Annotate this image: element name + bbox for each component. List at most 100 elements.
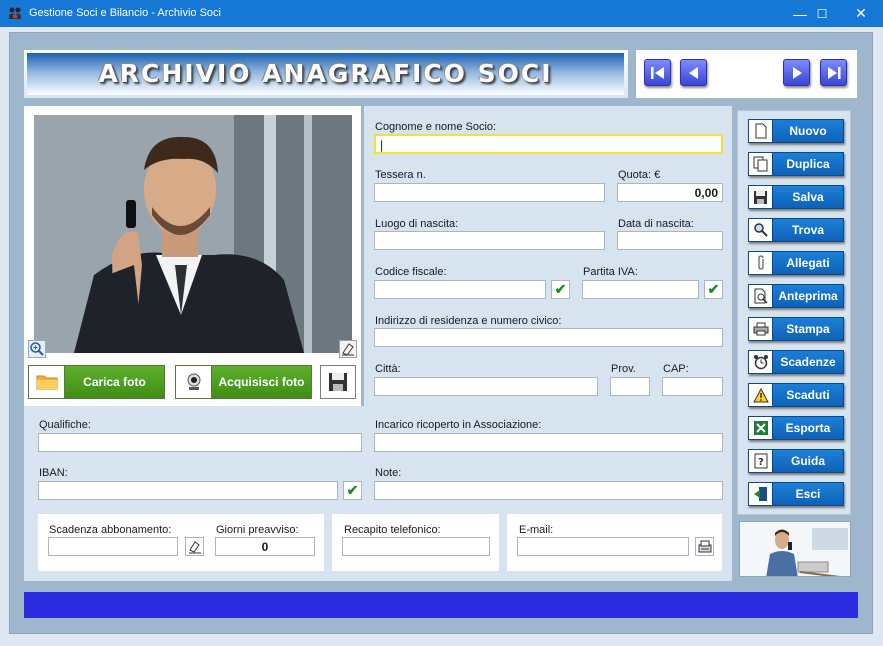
phone-box: Recapito telefonico: — [332, 514, 499, 571]
load-photo-button[interactable]: Carica foto — [28, 365, 165, 399]
vat-label: Partita IVA: — [583, 266, 638, 278]
save-photo-button[interactable] — [320, 365, 356, 399]
next-record-button[interactable] — [783, 59, 810, 86]
province-input[interactable] — [610, 377, 650, 396]
header-banner: ARCHIVIO ANAGRAFICO SOCI — [24, 50, 628, 98]
new-button[interactable]: Nuovo — [748, 119, 844, 143]
close-button[interactable]: ✕ — [838, 0, 883, 27]
address-input[interactable] — [374, 328, 723, 347]
role-input[interactable] — [374, 433, 723, 452]
vat-input[interactable] — [582, 280, 699, 299]
birthdate-input[interactable] — [617, 231, 723, 250]
subscription-box: Scadenza abbonamento: Giorni preavviso: … — [38, 514, 324, 571]
vat-check-icon[interactable]: ✔ — [704, 280, 723, 299]
member-form: Cognome e nome Socio: | Tessera n. Quota… — [364, 106, 732, 406]
svg-text:?: ? — [758, 457, 764, 468]
last-record-button[interactable] — [820, 59, 847, 86]
save-button[interactable]: Salva — [748, 185, 844, 209]
folder-icon — [29, 366, 65, 398]
actions-sidebar: Nuovo Duplica Salva Trova Allegati Antep… — [737, 110, 851, 515]
help-icon: ? — [749, 450, 773, 472]
member-name-input[interactable]: | — [374, 134, 723, 154]
paperclip-icon — [749, 252, 773, 274]
notes-input[interactable] — [374, 481, 723, 500]
tax-code-check-icon[interactable]: ✔ — [551, 280, 570, 299]
address-label: Indirizzo di residenza e numero civico: — [375, 315, 562, 327]
deadlines-button[interactable]: Scadenze — [748, 350, 844, 374]
notes-label: Note: — [375, 467, 402, 479]
window-title: Gestione Soci e Bilancio - Archivio Soci — [29, 7, 221, 19]
phone-label: Recapito telefonico: — [344, 524, 441, 536]
duplicate-icon — [749, 153, 773, 175]
new-document-icon — [749, 120, 773, 142]
magnifier-icon — [749, 219, 773, 241]
card-number-input[interactable] — [374, 183, 605, 202]
province-label: Prov. — [611, 363, 636, 375]
birthdate-label: Data di nascita: — [618, 218, 694, 230]
first-record-button[interactable] — [644, 59, 671, 86]
iban-check-icon[interactable]: ✔ — [343, 481, 362, 500]
cap-label: CAP: — [663, 363, 689, 375]
expiry-label: Scadenza abbonamento: — [49, 524, 172, 536]
preview-button[interactable]: Anteprima — [748, 284, 844, 308]
city-label: Città: — [375, 363, 401, 375]
tax-code-input[interactable] — [374, 280, 546, 299]
expired-button[interactable]: Scaduti — [748, 383, 844, 407]
printer-icon — [749, 318, 773, 340]
title-bar: Gestione Soci e Bilancio - Archivio Soci… — [0, 0, 883, 27]
eraser-icon[interactable] — [339, 340, 357, 358]
details-area: Qualifiche: Incarico ricoperto in Associ… — [24, 406, 732, 508]
exit-button[interactable]: Esci — [748, 482, 844, 506]
preview-icon — [749, 285, 773, 307]
acquire-photo-button[interactable]: Acquisisci foto — [175, 365, 312, 399]
photo-panel: Carica foto Acquisisci foto — [24, 106, 361, 406]
help-button[interactable]: ? Guida — [748, 449, 844, 473]
floppy-icon — [329, 373, 347, 391]
last-icon — [828, 67, 841, 79]
clear-expiry-icon[interactable] — [185, 537, 204, 556]
phone-contact-image — [739, 521, 851, 577]
tax-code-label: Codice fiscale: — [375, 266, 447, 278]
attachments-button[interactable]: Allegati — [748, 251, 844, 275]
fee-label: Quota: € — [618, 169, 661, 181]
member-name-label: Cognome e nome Socio: — [375, 121, 497, 133]
notice-days-label: Giorni preavviso: — [216, 524, 299, 536]
record-navigation — [636, 50, 857, 98]
print-button[interactable]: Stampa — [748, 317, 844, 341]
role-label: Incarico ricoperto in Associazione: — [375, 419, 542, 431]
excel-icon — [749, 417, 773, 439]
previous-icon — [689, 67, 698, 79]
floppy-icon — [749, 186, 773, 208]
phone-input[interactable] — [342, 537, 490, 556]
birthplace-label: Luogo di nascita: — [375, 218, 459, 230]
previous-record-button[interactable] — [680, 59, 707, 86]
send-email-icon[interactable] — [695, 537, 714, 556]
email-box: E-mail: — [507, 514, 722, 571]
webcam-icon — [176, 366, 212, 398]
find-button[interactable]: Trova — [748, 218, 844, 242]
qualifications-label: Qualifiche: — [39, 419, 91, 431]
notice-days-input[interactable]: 0 — [215, 537, 315, 556]
warning-icon — [749, 384, 773, 406]
iban-input[interactable] — [38, 481, 338, 500]
next-icon — [793, 67, 802, 79]
card-number-label: Tessera n. — [375, 169, 426, 181]
export-button[interactable]: Esporta — [748, 416, 844, 440]
zoom-photo-icon[interactable] — [28, 340, 46, 358]
qualifications-input[interactable] — [38, 433, 362, 452]
iban-label: IBAN: — [39, 467, 68, 479]
contact-area: Scadenza abbonamento: Giorni preavviso: … — [24, 508, 732, 581]
cap-input[interactable] — [662, 377, 723, 396]
status-bar — [24, 592, 858, 618]
member-photo[interactable] — [34, 115, 352, 353]
duplicate-button[interactable]: Duplica — [748, 152, 844, 176]
first-icon — [651, 67, 664, 79]
expiry-input[interactable] — [48, 537, 178, 556]
email-label: E-mail: — [519, 524, 554, 536]
page-title: ARCHIVIO ANAGRAFICO SOCI — [98, 59, 553, 88]
app-icon — [9, 7, 21, 19]
city-input[interactable] — [374, 377, 598, 396]
birthplace-input[interactable] — [374, 231, 605, 250]
fee-input[interactable]: 0,00 — [617, 183, 723, 202]
email-input[interactable] — [517, 537, 689, 556]
